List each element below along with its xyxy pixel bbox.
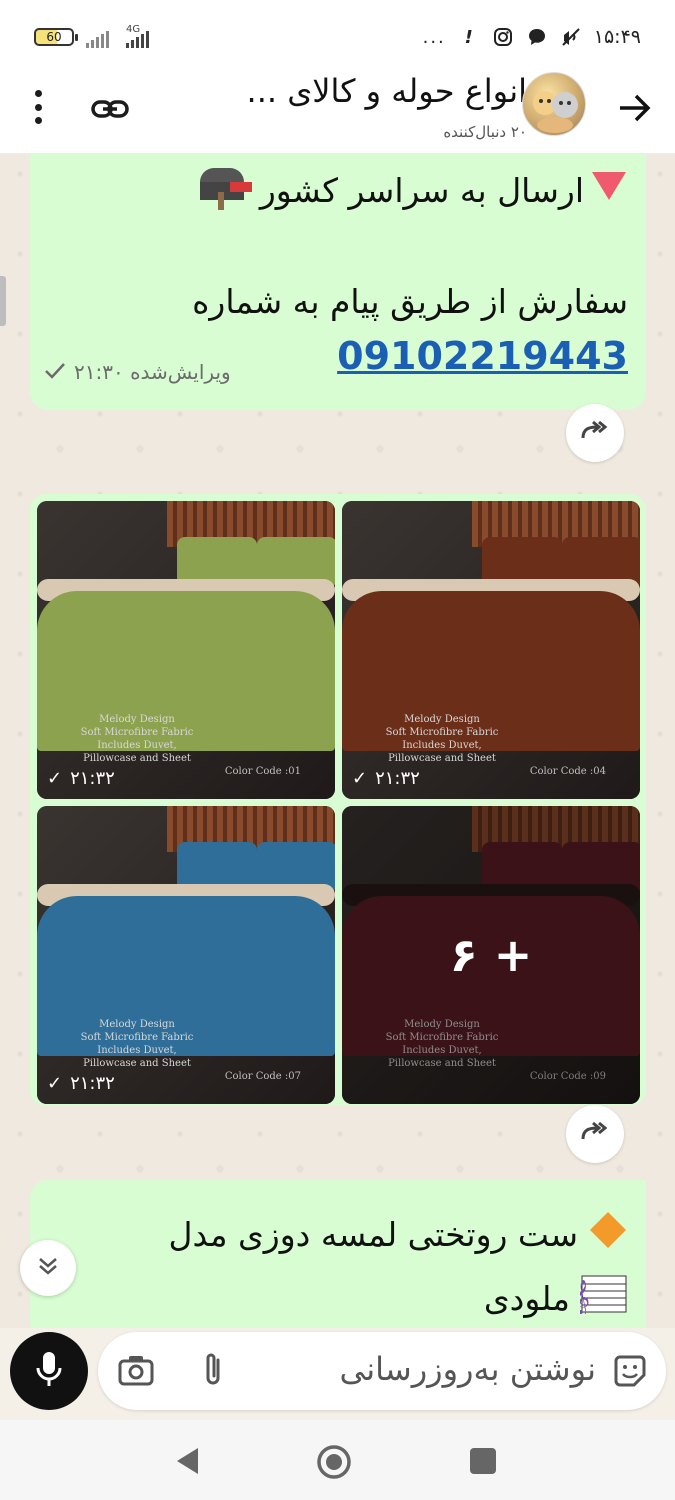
orange-diamond-emoji-icon <box>588 1210 628 1258</box>
sticker-emoji-icon[interactable] <box>612 1353 648 1389</box>
status-bar: 60 4G ... ! ۱۵:۴۹ <box>0 0 675 68</box>
signal-icon <box>86 28 109 48</box>
photo-caption: Melody Design Soft Microfibre Fabric Inc… <box>80 714 194 764</box>
nav-back-icon[interactable] <box>174 1446 202 1476</box>
followers-count: ۲۰ دنبال‌کننده <box>443 123 527 141</box>
edge-handle <box>0 276 6 326</box>
red-triangle-emoji-icon <box>590 170 628 210</box>
forward-button[interactable] <box>566 404 624 462</box>
forward-icon <box>580 1121 610 1147</box>
photo-timestamp: ۲۱:۳۲ <box>70 1073 115 1094</box>
camera-icon[interactable] <box>118 1354 154 1386</box>
telegram-channel-screen: 60 4G ... ! ۱۵:۴۹ انواع حوله و کالای ...… <box>0 0 675 1500</box>
more-menu-icon[interactable] <box>28 90 48 124</box>
status-right-group: ... ! ۱۵:۴۹ <box>423 22 641 52</box>
mute-icon <box>560 26 582 48</box>
nav-recents-icon[interactable] <box>470 1448 496 1474</box>
photo-thumbnail-more[interactable]: Melody Design Soft Microfibre Fabric Inc… <box>342 806 640 1104</box>
photo-thumbnail[interactable]: Melody Design Soft Microfibre Fabric Inc… <box>37 806 335 1104</box>
music-score-emoji-icon: 𝄞 <box>572 1274 628 1322</box>
photo-caption: Melody Design Soft Microfibre Fabric Inc… <box>385 714 499 764</box>
microphone-button[interactable] <box>10 1332 88 1410</box>
color-code-label: Color Code :01 <box>224 766 301 777</box>
message-meta: ویرایش‌شده ۲۱:۳۰ <box>44 360 231 384</box>
more-notifications-icon: ... <box>422 26 446 48</box>
message-line: 𝄞 ملودی <box>484 1274 628 1322</box>
nav-home-icon[interactable] <box>316 1444 352 1480</box>
composer: نوشتن به‌روزرسانی <box>0 1328 675 1420</box>
forward-icon <box>580 420 610 446</box>
channel-avatar[interactable] <box>522 72 586 136</box>
photo-thumbnail[interactable]: Melody Design Soft Microfibre Fabric Inc… <box>37 501 335 799</box>
clock-time: ۱۵:۴۹ <box>593 26 641 48</box>
channel-title[interactable]: انواع حوله و کالای ... <box>167 72 527 110</box>
photo-meta: ✓ ۲۱:۳۲ <box>352 768 420 789</box>
photo-caption: Melody Design Soft Microfibre Fabric Inc… <box>80 1019 194 1069</box>
forward-button[interactable] <box>566 1105 624 1163</box>
signal-icon-2 <box>126 28 149 48</box>
check-icon: ✓ <box>47 1073 63 1094</box>
more-photos-count: + ۶ <box>449 928 533 982</box>
message-input-placeholder: نوشتن به‌روزرسانی <box>339 1350 596 1388</box>
svg-text:𝄞: 𝄞 <box>580 1280 590 1314</box>
photo-thumbnail[interactable]: Melody Design Soft Microfibre Fabric Inc… <box>342 501 640 799</box>
mailbox-emoji-icon <box>196 162 254 218</box>
message-line: ارسال به سراسر کشور <box>196 162 628 218</box>
check-icon <box>44 360 66 384</box>
link-icon[interactable] <box>90 94 130 124</box>
chat-header: انواع حوله و کالای ... ۲۰ دنبال‌کننده <box>0 68 675 154</box>
attachment-icon[interactable] <box>198 1350 228 1390</box>
message-line: ست روتختی لمسه دوزی مدل <box>169 1210 628 1258</box>
message-bubble[interactable]: ارسال به سراسر کشور سفارش از طریق پیام ب… <box>30 154 646 410</box>
photo-meta: ✓ ۲۱:۳۲ <box>47 1073 115 1094</box>
scroll-to-bottom-button[interactable] <box>20 1240 76 1296</box>
microphone-icon <box>34 1350 64 1392</box>
system-navigation-bar <box>0 1420 675 1500</box>
message-line: سفارش از طریق پیام به شماره <box>192 282 628 321</box>
message-bubble[interactable]: ست روتختی لمسه دوزی مدل 𝄞 ملودی <box>30 1180 646 1328</box>
chat-bubble-icon <box>526 26 548 48</box>
photo-album: Melody Design Soft Microfibre Fabric Inc… <box>30 494 646 1106</box>
color-code-label: Color Code :04 <box>529 766 606 777</box>
photo-meta: ✓ ۲۱:۳۲ <box>47 768 115 789</box>
double-chevron-down-icon <box>35 1253 61 1283</box>
message-input[interactable]: نوشتن به‌روزرسانی <box>98 1332 666 1410</box>
edited-timestamp: ویرایش‌شده ۲۱:۳۰ <box>74 360 231 384</box>
instagram-icon <box>492 26 514 48</box>
alert-icon: ! <box>464 26 473 48</box>
check-icon: ✓ <box>47 768 63 789</box>
phone-number-link[interactable]: 09102219443 <box>337 334 628 378</box>
back-arrow-icon[interactable] <box>614 88 654 128</box>
battery-indicator: 60 <box>34 28 78 46</box>
photo-timestamp: ۲۱:۳۲ <box>375 768 420 789</box>
message-list[interactable]: ارسال به سراسر کشور سفارش از طریق پیام ب… <box>0 154 675 1328</box>
photo-timestamp: ۲۱:۳۲ <box>70 768 115 789</box>
color-code-label: Color Code :07 <box>224 1071 301 1082</box>
check-icon: ✓ <box>352 768 368 789</box>
